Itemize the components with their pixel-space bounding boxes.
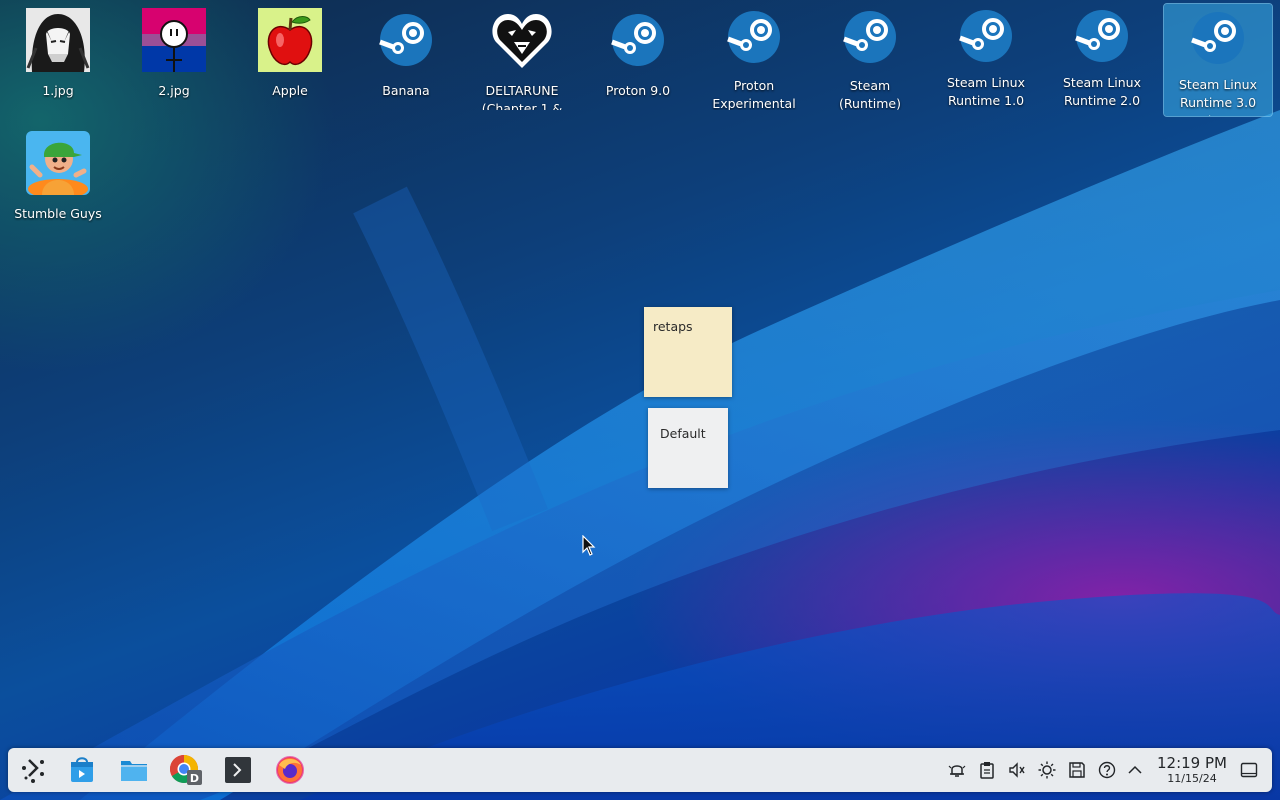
notifications-tray[interactable] — [946, 759, 968, 781]
desktop-icon-2jpg[interactable]: 2.jpg — [122, 2, 226, 110]
volume-tray[interactable] — [1006, 759, 1028, 781]
disk-icon — [1069, 762, 1085, 778]
brightness-icon — [1038, 761, 1056, 779]
desktop-icon-1jpg[interactable]: 1.jpg — [6, 2, 110, 110]
clock[interactable]: 12:19 PM 11/15/24 — [1148, 754, 1236, 785]
sticky-note-retaps[interactable]: retaps — [644, 307, 732, 397]
brightness-tray[interactable] — [1036, 759, 1058, 781]
desktop-icon-label: Proton Experimental — [712, 77, 796, 110]
steam-icon — [838, 8, 902, 67]
anime-portrait-image — [26, 8, 90, 72]
desktop-icon-banana[interactable]: Banana — [354, 2, 458, 110]
desktop-icon-label: Stumble Guys — [14, 206, 102, 221]
steam-icon — [954, 8, 1018, 64]
desktop-icon-label: Steam Linux Runtime 1.0 (s... — [946, 75, 1025, 108]
desktop-icon-deltarune[interactable]: DELTARUNE (Chapter 1 & 2... — [470, 2, 574, 110]
note-text[interactable]: retaps — [653, 319, 693, 334]
desktop-icon-stumble-guys[interactable]: Stumble Guys — [6, 125, 110, 233]
terminal-icon — [225, 757, 251, 783]
file-manager-button[interactable] — [114, 752, 154, 788]
stumble-guys-icon — [26, 131, 90, 195]
help-tray[interactable] — [1096, 759, 1118, 781]
application-launcher-button[interactable] — [14, 752, 54, 788]
desktop-icon-label: Steam (Runtime) — [839, 77, 901, 110]
desktop-icon-label: 2.jpg — [158, 83, 190, 98]
store-icon — [71, 757, 93, 782]
desktop-icon-apple[interactable]: Apple — [238, 2, 342, 110]
desktop-icon-label: DELTARUNE (Chapter 1 & 2... — [481, 83, 563, 110]
apple-image — [258, 8, 322, 72]
desktop-icon-proton-experimental[interactable]: Proton Experimental — [702, 2, 806, 110]
help-icon — [1098, 761, 1116, 779]
desktop[interactable]: 1.jpg 2.jpg Apple Banana DELTARUNE (Chap… — [0, 0, 1280, 800]
mouse-cursor-icon — [582, 535, 596, 556]
firefox-icon — [276, 756, 304, 784]
show-desktop-icon — [1240, 762, 1258, 778]
volume-muted-icon — [1009, 762, 1025, 778]
desktop-icon-label: Steam Linux Runtime 3.0 (s... — [1178, 77, 1257, 116]
steam-icon — [1186, 10, 1250, 66]
bell-icon — [948, 765, 966, 777]
clipboard-tray[interactable] — [976, 759, 998, 781]
desktop-icon-steam-linux-runtime-2[interactable]: Steam Linux Runtime 2.0 (s... — [1050, 2, 1154, 110]
desktop-icon-steam-linux-runtime-1[interactable]: Steam Linux Runtime 1.0 (s... — [934, 2, 1038, 110]
desktop-icon-steam-runtime[interactable]: Steam (Runtime) — [818, 2, 922, 110]
desktop-icon-label: 1.jpg — [42, 83, 74, 98]
desktop-icon-label: Proton 9.0 — [605, 83, 671, 98]
steam-icon — [722, 8, 786, 67]
expand-tray-button[interactable] — [1124, 759, 1146, 781]
kde-launcher-icon — [22, 759, 44, 783]
note-text[interactable]: Default — [660, 426, 706, 441]
svg-text:D: D — [190, 772, 199, 785]
chrome-icon: D — [170, 755, 202, 785]
chevron-up-icon — [1128, 765, 1142, 774]
desktop-icon-proton-9[interactable]: Proton 9.0 — [586, 2, 690, 110]
clock-time: 12:19 PM — [1157, 754, 1227, 772]
clock-date: 11/15/24 — [1167, 772, 1217, 785]
taskbar: D 12:19 PM 11/15/24 — [8, 748, 1272, 792]
desktop-icon-label: Banana — [382, 83, 430, 98]
steam-icon — [606, 8, 670, 72]
discover-button[interactable] — [62, 752, 102, 788]
desktop-icon-label: Apple — [272, 83, 308, 98]
firefox-button[interactable] — [270, 752, 310, 788]
show-desktop-button[interactable] — [1238, 759, 1260, 781]
steam-icon — [1070, 8, 1134, 64]
wallpaper — [0, 110, 1280, 800]
desktop-icon-steam-linux-runtime-3[interactable]: Steam Linux Runtime 3.0 (s... — [1163, 3, 1273, 117]
disks-tray[interactable] — [1066, 759, 1088, 781]
steam-icon — [374, 8, 438, 72]
folder-icon — [121, 761, 147, 781]
deltarune-heart-icon — [490, 8, 554, 72]
clipboard-icon — [980, 762, 994, 779]
desktop-icon-label: Steam Linux Runtime 2.0 (s... — [1062, 75, 1141, 108]
chrome-dev-button[interactable]: D — [166, 752, 206, 788]
sticky-note-default[interactable]: Default — [648, 408, 728, 488]
terminal-button[interactable] — [218, 752, 258, 788]
stick-figure-image — [142, 8, 206, 72]
